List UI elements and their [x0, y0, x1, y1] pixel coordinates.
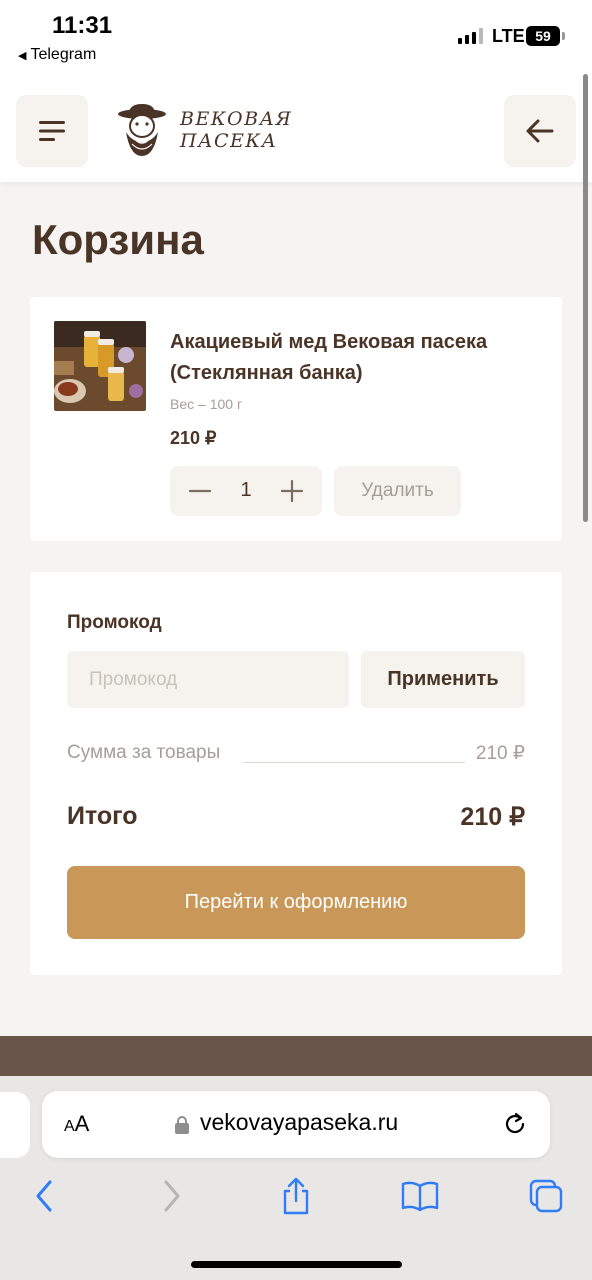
goods-sum-label: Сумма за товары [67, 742, 221, 763]
reload-icon[interactable] [502, 1111, 528, 1137]
previous-tab-peek[interactable] [0, 1092, 30, 1158]
back-to-telegram-link[interactable]: ◀ Telegram [18, 46, 96, 64]
checkout-button[interactable]: Перейти к оформлению [67, 866, 525, 939]
promo-label: Промокод [67, 612, 162, 633]
logo-line-2: ПАСЕКА [180, 130, 278, 152]
beekeeper-logo-icon [118, 104, 166, 156]
aa-large: A [74, 1111, 90, 1136]
tabs-icon [529, 1179, 563, 1213]
menu-button[interactable] [16, 95, 88, 167]
order-summary: Промокод Применить Сумма за товары 210 ₽… [30, 572, 562, 975]
browser-toolbar: AA vekovayapaseka.ru [0, 1076, 592, 1280]
text-size-button[interactable]: AA [64, 1111, 89, 1137]
promo-input[interactable] [67, 651, 349, 708]
hamburger-icon [39, 121, 65, 141]
back-button[interactable] [504, 95, 576, 167]
site-logo[interactable]: ВЕКОВАЯ ПАСЕКА [116, 102, 292, 158]
status-time: 11:31 [52, 12, 113, 39]
back-app-label: Telegram [30, 46, 97, 63]
site-header: ВЕКОВАЯ ПАСЕКА [0, 78, 592, 182]
chevron-right-icon [164, 1180, 180, 1212]
signal-icon [458, 28, 483, 44]
browser-back-button[interactable] [24, 1176, 64, 1216]
goods-sum-row: Сумма за товары 210 ₽ [67, 742, 525, 768]
bookmarks-button[interactable] [400, 1176, 440, 1216]
page-title: Корзина [32, 216, 204, 263]
browser-nav [0, 1176, 592, 1220]
total-label: Итого [67, 802, 138, 830]
network-label: LTE [492, 26, 525, 46]
tabs-button[interactable] [526, 1176, 566, 1216]
aa-small: A [64, 1118, 75, 1135]
share-icon [283, 1177, 309, 1215]
book-icon [401, 1181, 439, 1212]
share-button[interactable] [276, 1176, 316, 1216]
battery-icon: 59 [526, 26, 565, 46]
honey-jars-photo [54, 321, 146, 411]
quantity-stepper: 1 [170, 466, 322, 516]
arrow-left-icon [526, 119, 554, 143]
lock-icon [175, 1116, 189, 1134]
goods-sum-divider [243, 762, 465, 763]
product-image[interactable] [54, 321, 146, 411]
minus-icon[interactable] [188, 479, 212, 503]
browser-forward-button[interactable] [152, 1176, 192, 1216]
total-row: Итого 210 ₽ [67, 802, 525, 836]
goods-sum-value: 210 ₽ [475, 743, 525, 764]
apply-promo-button[interactable]: Применить [361, 651, 525, 708]
total-value: 210 ₽ [460, 803, 525, 831]
address-bar[interactable]: AA vekovayapaseka.ru [42, 1091, 550, 1158]
url-text[interactable]: vekovayapaseka.ru [200, 1109, 398, 1136]
status-bar: 11:31 ◀ Telegram LTE 59 [0, 0, 592, 78]
plus-icon[interactable] [280, 479, 304, 503]
product-price: 210 ₽ [170, 428, 217, 448]
logo-line-1: ВЕКОВАЯ [180, 108, 293, 130]
home-indicator[interactable] [191, 1261, 402, 1268]
product-weight: Вес – 100 г [170, 396, 243, 412]
back-triangle-icon: ◀ [18, 49, 27, 62]
logo-text: ВЕКОВАЯ ПАСЕКА [180, 108, 292, 152]
quantity-value[interactable]: 1 [232, 479, 260, 502]
product-name[interactable]: Акациевый мед Вековая пасека (Стеклянная… [170, 327, 540, 389]
chevron-left-icon [36, 1180, 52, 1212]
page-scrollbar[interactable] [583, 74, 588, 522]
cart-item: Акациевый мед Вековая пасека (Стеклянная… [30, 297, 562, 541]
delete-button[interactable]: Удалить [334, 466, 461, 516]
